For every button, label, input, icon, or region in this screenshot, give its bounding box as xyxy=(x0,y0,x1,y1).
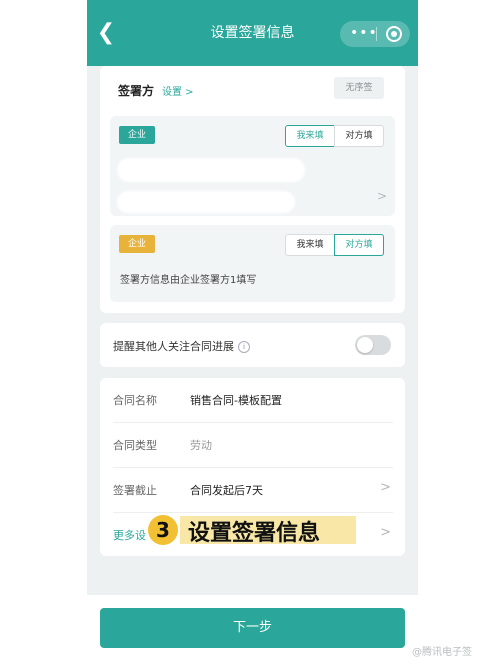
blurred-company-name xyxy=(117,158,305,182)
more-dots-icon[interactable]: ••• xyxy=(350,25,378,41)
info-icon[interactable]: i xyxy=(238,341,250,353)
toggle-knob xyxy=(357,337,373,353)
more-settings-label[interactable]: 更多设 xyxy=(113,527,146,543)
fill-by-me-button[interactable]: 我来填 xyxy=(285,125,335,147)
fill-by-other-button[interactable]: 对方填 xyxy=(334,125,384,147)
sign-deadline-value: 合同发起后7天 xyxy=(190,484,263,497)
signer-card: 签署方 设置 > 无序签 企业 我来填 对方填 > 企业 我来填 对方填 签署方… xyxy=(100,66,405,313)
row-label: 合同名称 xyxy=(113,394,157,407)
row-label: 签署截止 xyxy=(113,484,157,497)
step-number-badge: 3 xyxy=(148,515,178,545)
next-step-button[interactable]: 下一步 xyxy=(100,608,405,648)
capsule-divider xyxy=(376,27,377,41)
party-card-2: 企业 我来填 对方填 签署方信息由企业签署方1填写 xyxy=(110,225,395,302)
capsule-circle-icon[interactable] xyxy=(386,26,402,42)
fill-mode-toggle: 我来填 对方填 xyxy=(285,125,385,147)
fill-by-me-button[interactable]: 我来填 xyxy=(285,234,335,256)
signer-label: 签署方 xyxy=(118,84,155,98)
contract-type-row[interactable]: 合同类型 劳动 xyxy=(100,423,405,467)
phone-screen: ❮ 设置签署信息 ••• 签署方 设置 > 无序签 企业 我来填 对方填 > 企… xyxy=(87,0,418,668)
chevron-right-icon[interactable]: > xyxy=(377,189,387,203)
chevron-right-icon[interactable]: > xyxy=(380,525,391,540)
step-annotation-overlay: 3 设置签署信息 xyxy=(148,512,360,548)
chevron-right-icon[interactable]: > xyxy=(380,480,391,495)
contract-name-row[interactable]: 合同名称 销售合同-模板配置 xyxy=(100,378,405,422)
party-card-1: 企业 我来填 对方填 > xyxy=(110,116,395,216)
bottom-action-bar: 下一步 xyxy=(87,595,418,668)
party-fill-note: 签署方信息由企业签署方1填写 xyxy=(120,275,257,286)
sign-deadline-row[interactable]: 签署截止 合同发起后7天 > xyxy=(100,468,405,512)
fill-by-other-button[interactable]: 对方填 xyxy=(334,234,384,256)
contract-name-value[interactable]: 销售合同-模板配置 xyxy=(190,392,282,408)
fill-mode-toggle: 我来填 对方填 xyxy=(285,234,385,256)
remind-label: 提醒其他人关注合同进展 xyxy=(113,340,234,353)
blurred-signer-info xyxy=(117,191,295,213)
watermark-text: @腾讯电子签 xyxy=(412,647,472,658)
contract-type-value[interactable]: 劳动 xyxy=(190,437,212,453)
remind-card: 提醒其他人关注合同进展 i xyxy=(100,323,405,367)
remind-toggle[interactable] xyxy=(355,335,391,355)
signer-settings-link[interactable]: 设置 > xyxy=(162,83,194,98)
remind-row: 提醒其他人关注合同进展 i xyxy=(113,338,250,354)
row-label: 合同类型 xyxy=(113,439,157,452)
party-type-tag: 企业 xyxy=(119,235,155,253)
top-nav-bar: ❮ 设置签署信息 ••• xyxy=(87,0,418,66)
miniapp-capsule: ••• xyxy=(340,21,410,47)
no-order-sign-button[interactable]: 无序签 xyxy=(334,77,384,99)
step-title: 设置签署信息 xyxy=(188,521,321,546)
party-type-tag: 企业 xyxy=(119,126,155,144)
